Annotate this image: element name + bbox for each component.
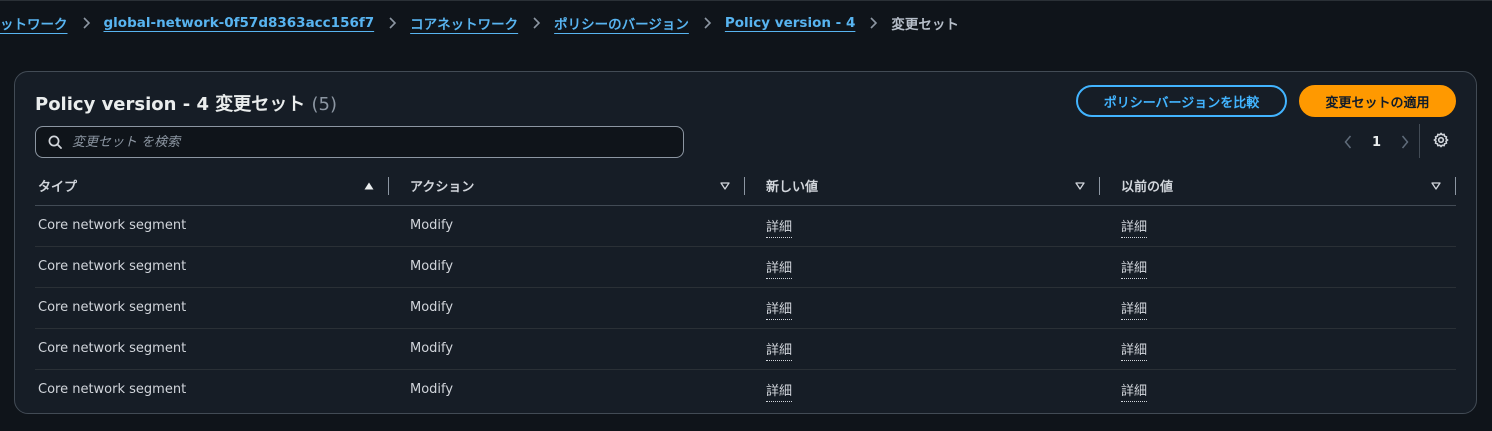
previous-value-details-link[interactable]: 詳細 (1121, 302, 1148, 320)
column-label: 以前の値 (1121, 180, 1174, 196)
pager-divider (1419, 124, 1420, 158)
cell-action: Modify (410, 382, 454, 398)
new-value-details-link[interactable]: 詳細 (766, 384, 793, 403)
gear-icon[interactable] (1433, 132, 1451, 150)
table-header-row: タイプ アクション 新しい値 以前の値 (35, 167, 1456, 206)
chevron-right-icon (388, 17, 397, 29)
new-value-details-link[interactable]: 詳細 (766, 261, 793, 279)
previous-value-details-link[interactable]: 詳細 (1121, 343, 1148, 361)
previous-value-details-link[interactable]: 詳細 (1121, 220, 1148, 238)
cell-new-value: 詳細 (745, 287, 1100, 329)
new-value-details-link[interactable]: 詳細 (766, 343, 793, 361)
breadcrumb-core-network[interactable]: コアネットワーク (410, 13, 518, 33)
caret-down-icon (719, 182, 731, 190)
page-number[interactable]: 1 (1372, 135, 1381, 150)
cell-new-value: 詳細 (745, 246, 1100, 288)
column-header-action[interactable]: アクション (389, 167, 745, 206)
panel-title: Policy version - 4 変更セット (5) (35, 90, 338, 115)
item-count: (5) (311, 94, 338, 115)
previous-value-details-link[interactable]: 詳細 (1121, 384, 1148, 403)
top-divider (0, 0, 1492, 1)
column-label: 新しい値 (766, 180, 819, 196)
cell-action: Modify (389, 328, 745, 370)
search-box (35, 126, 684, 158)
breadcrumb-policy-versions[interactable]: ポリシーのバージョン (554, 13, 689, 33)
cell-action: Modify (389, 205, 745, 247)
caret-down-icon (1074, 182, 1086, 190)
cell-type: Core network segment (35, 287, 389, 329)
cell-new-value: 詳細 (745, 205, 1100, 247)
caret-down-icon (1430, 182, 1442, 190)
pagination: 1 (1340, 130, 1413, 154)
table-row: Core network segment Modify 詳細 詳細 (35, 246, 1456, 288)
column-header-new-value[interactable]: 新しい値 (745, 167, 1100, 206)
cell-previous-value: 詳細 (1100, 246, 1456, 288)
change-set-table: タイプ アクション 新しい値 以前の値 Core network segment… (35, 167, 1456, 410)
cell-type: Core network segment (38, 382, 187, 398)
apply-change-set-button[interactable]: 変更セットの適用 (1299, 85, 1456, 117)
new-value-details-link[interactable]: 詳細 (766, 302, 793, 320)
cell-new-value: 詳細 (745, 328, 1100, 370)
cell-type: Core network segment (35, 246, 389, 288)
compare-policy-versions-button[interactable]: ポリシーバージョンを比較 (1076, 85, 1287, 117)
cell-type: Core network segment (35, 205, 389, 247)
cell-previous-value: 詳細 (1100, 287, 1456, 329)
breadcrumb-policy-version[interactable]: Policy version - 4 (725, 15, 856, 31)
column-divider (1455, 177, 1456, 195)
cell-type: Core network segment (35, 328, 389, 370)
breadcrumb-global-network[interactable]: global-network-0f57d8363acc156f7 (104, 15, 375, 31)
change-set-panel: Policy version - 4 変更セット (5) ポリシーバージョンを比… (14, 71, 1477, 414)
search-input[interactable] (72, 128, 683, 156)
cell-action: Modify (389, 246, 745, 288)
panel-title-text: Policy version - 4 変更セット (35, 94, 306, 115)
previous-value-details-link[interactable]: 詳細 (1121, 261, 1148, 279)
column-header-previous-value[interactable]: 以前の値 (1100, 167, 1456, 206)
chevron-right-icon[interactable] (1397, 132, 1413, 152)
cell-action: Modify (389, 287, 745, 329)
column-label: アクション (410, 180, 475, 196)
caret-up-icon (363, 182, 375, 190)
search-icon (48, 135, 62, 149)
cell-previous-value: 詳細 (1100, 205, 1456, 247)
cell-new-value: 詳細 (745, 369, 1100, 410)
breadcrumb-network[interactable]: ットワーク (0, 13, 68, 33)
cell-previous-value: 詳細 (1100, 328, 1456, 370)
chevron-right-icon (82, 17, 91, 29)
table-row: Core network segment Modify 詳細 詳細 (35, 369, 1456, 410)
table-row: Core network segment Modify 詳細 詳細 (35, 205, 1456, 247)
new-value-details-link[interactable]: 詳細 (766, 220, 793, 238)
chevron-right-icon (703, 17, 712, 29)
column-label: タイプ (38, 180, 78, 196)
cell-previous-value: 詳細 (1100, 369, 1456, 410)
breadcrumb: ットワーク global-network-0f57d8363acc156f7 コ… (0, 12, 959, 34)
table-row: Core network segment Modify 詳細 詳細 (35, 287, 1456, 329)
chevron-right-icon (532, 17, 541, 29)
table-row: Core network segment Modify 詳細 詳細 (35, 328, 1456, 370)
chevron-right-icon (869, 17, 878, 29)
breadcrumb-current: 変更セット (891, 17, 959, 33)
column-header-type[interactable]: タイプ (35, 167, 389, 206)
chevron-left-icon[interactable] (1340, 132, 1356, 152)
